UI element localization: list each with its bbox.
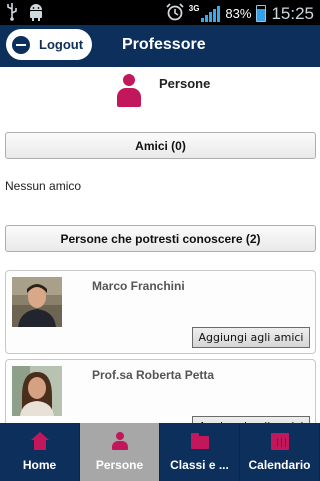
friends-bar[interactable]: Amici (0) <box>5 132 316 159</box>
home-icon <box>30 432 50 450</box>
signal-icon <box>201 5 221 22</box>
calendar-icon <box>270 432 290 450</box>
folder-icon <box>190 432 210 450</box>
battery-percent: 83% <box>225 6 252 21</box>
nav-item-classi[interactable]: Classi e ... <box>160 423 240 481</box>
avatar[interactable] <box>12 277 62 327</box>
nav-item-persone[interactable]: Persone <box>80 423 160 481</box>
nav-label: Calendario <box>248 458 311 472</box>
avatar[interactable] <box>12 366 62 416</box>
nav-item-home[interactable]: Home <box>0 423 80 481</box>
section-title: Persone <box>159 76 211 91</box>
status-bar: 3G 83% 15:25 <box>0 0 320 25</box>
nav-label: Home <box>22 458 57 472</box>
battery-icon <box>256 5 267 22</box>
nav-label: Persone <box>95 458 144 472</box>
person-card: Prof.sa Roberta Petta Aggiungi agli amic… <box>5 359 316 429</box>
suggestions-bar[interactable]: Persone che potresti conoscere (2) <box>5 225 316 252</box>
nav-item-calendario[interactable]: Calendario <box>240 423 320 481</box>
page-title: Professore <box>122 36 206 53</box>
android-icon <box>28 3 44 26</box>
app-header: Logout Professore <box>0 25 320 67</box>
section-header: Persone <box>0 67 320 117</box>
logout-button[interactable]: Logout <box>6 29 92 60</box>
network-type: 3G <box>188 4 200 13</box>
bottom-nav: Home Persone Classi e ... Calendario <box>0 423 320 481</box>
people-icon <box>110 432 130 450</box>
person-icon <box>116 74 142 108</box>
logout-label: Logout <box>39 37 84 52</box>
no-friends-text: Nessun amico <box>5 179 82 193</box>
minus-circle-icon <box>12 35 30 54</box>
person-name: Marco Franchini <box>92 279 185 293</box>
person-name: Prof.sa Roberta Petta <box>92 368 215 382</box>
alarm-icon <box>166 3 184 24</box>
add-friend-button[interactable]: Aggiungi agli amici <box>192 327 310 348</box>
nav-label: Classi e ... <box>170 458 229 472</box>
person-card: Marco Franchini Aggiungi agli amici <box>5 270 316 354</box>
usb-icon <box>6 3 18 26</box>
clock: 15:25 <box>271 3 314 23</box>
